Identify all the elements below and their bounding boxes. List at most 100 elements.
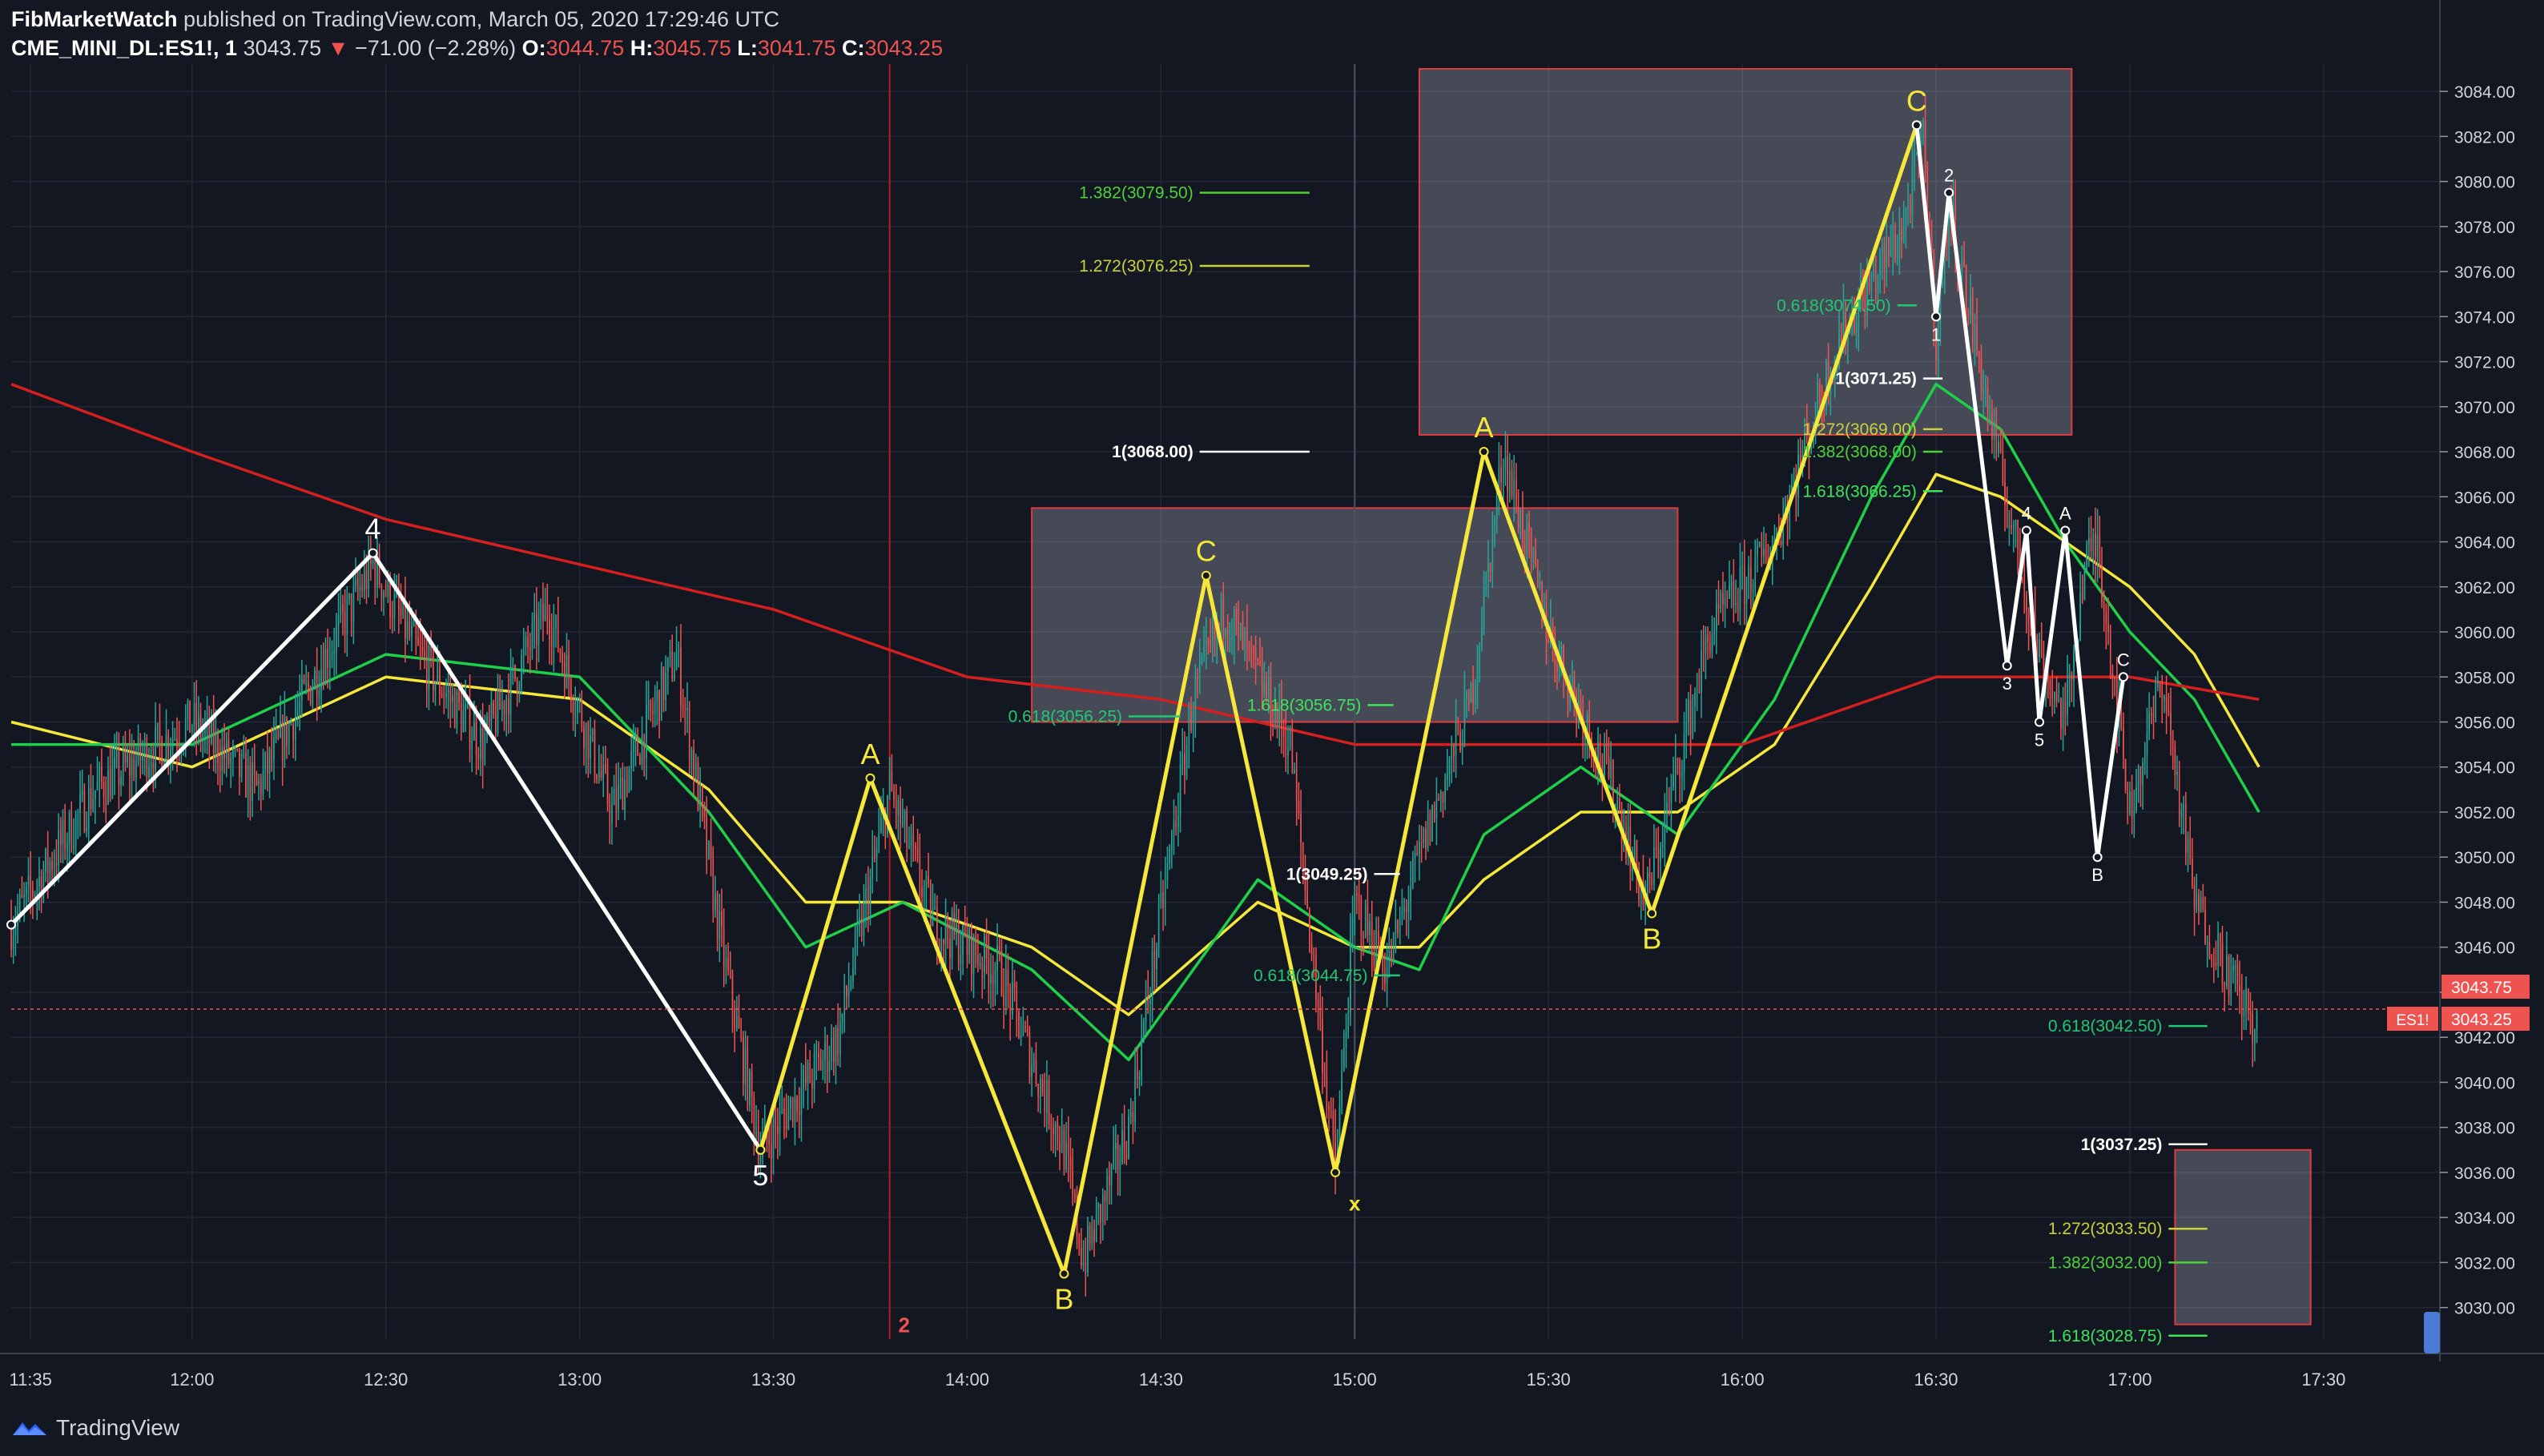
candle-body <box>81 790 83 795</box>
candle-body <box>217 734 219 764</box>
candle-body <box>1128 1116 1129 1159</box>
candle-body <box>794 1096 796 1123</box>
tradingview-logo-icon[interactable] <box>11 1418 48 1438</box>
y-tick-label: 3060.00 <box>2454 624 2515 642</box>
candle-body <box>768 1139 770 1145</box>
candle-body <box>2232 965 2234 971</box>
candle-body <box>1448 759 1451 774</box>
candle-body <box>2187 839 2189 853</box>
candle-body <box>928 876 929 883</box>
candle-body <box>998 946 1000 951</box>
candle-body <box>73 845 74 849</box>
candle-body <box>1067 1142 1069 1156</box>
candle-body <box>411 625 413 636</box>
candle-body <box>949 939 951 958</box>
candle-body <box>202 733 204 739</box>
candle-body <box>1995 422 1998 453</box>
candle-body <box>1238 621 1239 625</box>
candle-body <box>1877 275 1879 291</box>
candle-body <box>906 811 908 847</box>
candle-body <box>1487 562 1489 573</box>
candle-body <box>578 701 581 703</box>
candle-body <box>1164 879 1166 909</box>
candle-body <box>1375 930 1377 967</box>
candle-body <box>527 636 529 648</box>
candle-body <box>1886 236 1888 269</box>
candle-body <box>1517 506 1520 529</box>
candle-body <box>2170 713 2172 736</box>
candle-body <box>508 698 509 714</box>
candle-body <box>1254 647 1257 659</box>
candle-body <box>1735 602 1737 605</box>
candle-body <box>1653 847 1655 886</box>
candle-body <box>219 763 221 771</box>
candle-body <box>320 669 322 692</box>
candle-body <box>1345 1032 1347 1048</box>
candle-body <box>1089 1225 1091 1245</box>
candle-body <box>869 877 871 915</box>
candle-body <box>1539 581 1541 585</box>
symbol-tag: ES1! <box>2396 1012 2429 1029</box>
candle-body <box>744 1047 747 1084</box>
candle-body <box>109 770 111 798</box>
candle-body <box>419 645 421 648</box>
candle-body <box>503 702 505 714</box>
candle-body <box>1397 920 1399 934</box>
candle-body <box>2164 696 2165 701</box>
candle-body <box>562 654 563 664</box>
candle-body <box>480 728 481 759</box>
fib-target-zone <box>2174 1148 2312 1325</box>
x-tick-label: 14:00 <box>945 1370 989 1390</box>
candle-body <box>544 604 546 621</box>
candle-body <box>805 1069 807 1084</box>
candle-body <box>142 755 143 761</box>
candle-body <box>1608 756 1610 778</box>
candle-body <box>628 768 630 793</box>
candle-body <box>428 646 430 690</box>
candle-body <box>1907 207 1909 209</box>
candle-body <box>1716 603 1717 631</box>
candle-body <box>1702 650 1705 653</box>
time-axis[interactable]: 11:35 12:00 12:30 13:00 13:30 14:00 14:30 15:00… <box>9 1370 2345 1390</box>
candle-body <box>1363 936 1364 939</box>
candle-body <box>1963 260 1965 266</box>
candle-body <box>1901 229 1902 241</box>
candle-body <box>2165 696 2168 712</box>
brand-name[interactable]: TradingView <box>56 1415 179 1441</box>
candle-body <box>613 789 615 806</box>
candle-body <box>570 679 572 702</box>
candle-body <box>1198 663 1201 679</box>
candle-body <box>87 787 90 828</box>
wave-pivot <box>2118 672 2128 682</box>
price-chart[interactable]: 4 5 A B C A B C 1 2 3 4 5 A B C 1.382(3079.50) 1.272(307… <box>0 0 2544 1456</box>
candle-body <box>68 812 70 843</box>
candle-body <box>1231 637 1233 639</box>
candle-body <box>2131 791 2133 818</box>
wave-pivot <box>1201 570 1211 581</box>
candle-body <box>215 734 217 753</box>
candle-body <box>2004 482 2006 506</box>
candle-body <box>1914 155 1915 165</box>
candle-body <box>1125 1154 1128 1159</box>
candle-body <box>740 1028 743 1037</box>
candle-body <box>1707 634 1709 643</box>
candle-body <box>835 1028 837 1063</box>
candle-body <box>874 856 876 859</box>
price-axis[interactable]: 3030.00 3032.00 3034.00 3036.00 3038.00 3040.… <box>2387 83 2530 1353</box>
candle-body <box>417 638 419 646</box>
wave-pivot <box>1944 187 1954 198</box>
candle-body <box>2055 692 2058 702</box>
candle-body <box>895 799 897 816</box>
candle-body <box>139 737 142 761</box>
candle-body <box>1129 1112 1132 1117</box>
candle-body <box>1619 802 1620 809</box>
candle-body <box>697 762 699 810</box>
candle-body <box>1713 630 1715 634</box>
candle-body <box>1466 692 1467 698</box>
candle-body <box>1741 566 1743 569</box>
candle-body <box>316 670 318 698</box>
candle-body <box>143 742 146 756</box>
candle-body <box>1100 1204 1101 1222</box>
candle-body <box>1489 562 1491 572</box>
candle-body <box>1530 531 1532 552</box>
